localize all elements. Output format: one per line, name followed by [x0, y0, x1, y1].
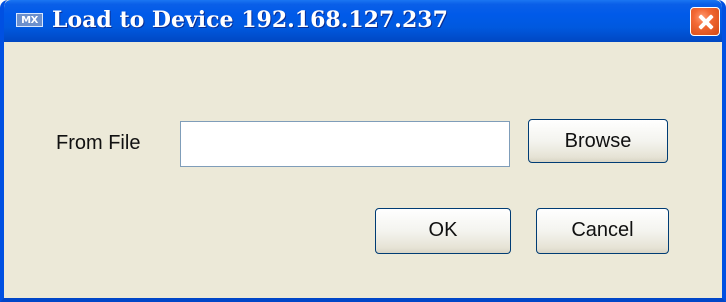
load-to-device-dialog: MX Load to Device 192.168.127.237 From F… — [0, 0, 726, 302]
from-file-label: From File — [56, 132, 141, 154]
from-file-input[interactable] — [180, 121, 510, 167]
title-bar[interactable]: MX Load to Device 192.168.127.237 — [4, 0, 722, 42]
app-icon: MX — [16, 13, 43, 27]
close-button[interactable] — [690, 7, 720, 36]
ok-button[interactable]: OK — [375, 208, 511, 254]
cancel-button[interactable]: Cancel — [536, 208, 669, 254]
dialog-content: From File Browse OK Cancel — [4, 42, 722, 298]
window-title: Load to Device 192.168.127.237 — [52, 7, 448, 33]
browse-button[interactable]: Browse — [528, 119, 668, 163]
